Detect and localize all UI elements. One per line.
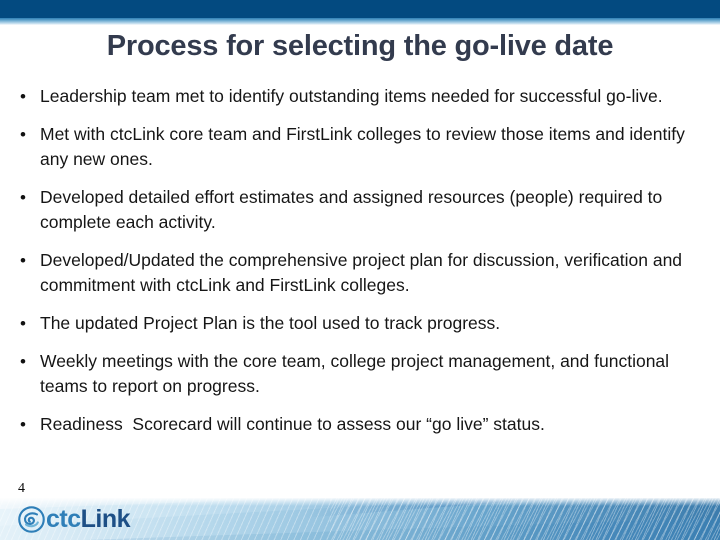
bullet-marker-icon: • bbox=[20, 352, 26, 371]
bullet-marker-icon: • bbox=[20, 87, 26, 106]
bullet-text: Met with ctcLink core team and FirstLink… bbox=[40, 124, 690, 169]
list-item: • Developed detailed effort estimates an… bbox=[16, 185, 708, 235]
page-number: 4 bbox=[18, 481, 25, 496]
logo-wordmark: ctcLink bbox=[46, 504, 131, 533]
bullet-marker-icon: • bbox=[20, 251, 26, 270]
list-item: • Weekly meetings with the core team, co… bbox=[16, 349, 708, 399]
bullet-marker-icon: • bbox=[20, 125, 26, 144]
list-item: • Developed/Updated the comprehensive pr… bbox=[16, 248, 708, 298]
list-item: • The updated Project Plan is the tool u… bbox=[16, 311, 708, 336]
bullet-text: Developed detailed effort estimates and … bbox=[40, 187, 668, 232]
ctclink-logo: ctcLink bbox=[18, 504, 131, 534]
bullet-text: Weekly meetings with the core team, coll… bbox=[40, 351, 674, 396]
bullet-marker-icon: • bbox=[20, 188, 26, 207]
bullet-text: Developed/Updated the comprehensive proj… bbox=[40, 250, 687, 295]
bullet-marker-icon: • bbox=[20, 314, 26, 333]
slide-title: Process for selecting the go-live date bbox=[106, 30, 614, 62]
list-item: • Leadership team met to identify outsta… bbox=[16, 84, 708, 109]
bullet-list: • Leadership team met to identify outsta… bbox=[16, 84, 708, 450]
ctclink-swirl-icon bbox=[18, 505, 45, 533]
list-item: • Met with ctcLink core team and FirstLi… bbox=[16, 122, 708, 172]
logo-text-link: Link bbox=[80, 504, 131, 533]
bullet-text: The updated Project Plan is the tool use… bbox=[40, 313, 501, 333]
top-banner-gradient bbox=[0, 18, 720, 25]
logo-text-ctc: ctc bbox=[46, 504, 81, 533]
list-item: • Readiness Scorecard will continue to a… bbox=[16, 412, 708, 437]
presentation-slide: Process for selecting the go-live date •… bbox=[0, 0, 720, 540]
top-banner bbox=[0, 0, 720, 18]
bullet-text: Leadership team met to identify outstand… bbox=[40, 86, 663, 106]
bullet-marker-icon: • bbox=[20, 415, 26, 434]
bullet-text: Readiness Scorecard will continue to ass… bbox=[40, 414, 545, 434]
